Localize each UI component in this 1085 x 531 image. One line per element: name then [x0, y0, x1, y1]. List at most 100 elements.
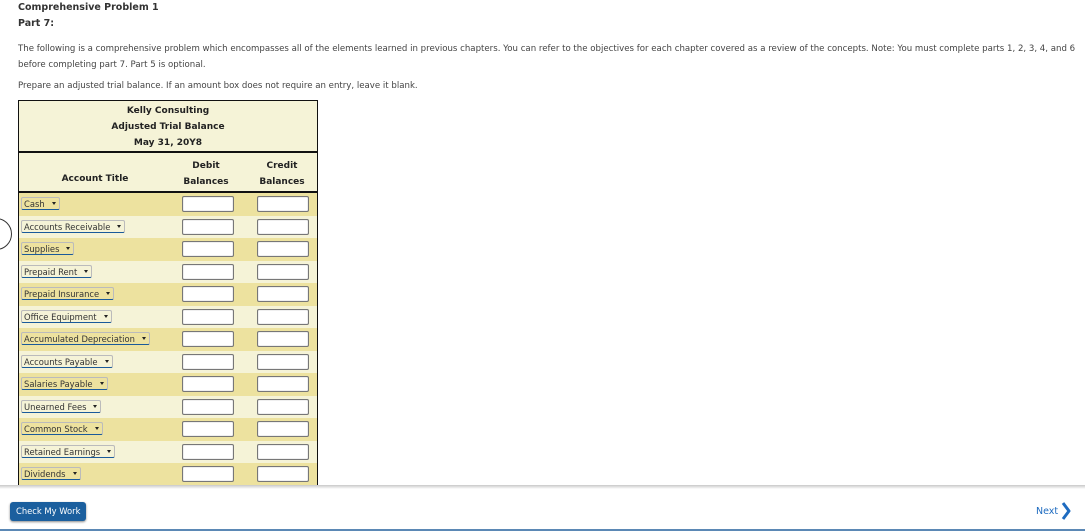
table-row: Accounts Receivable — [19, 215, 317, 238]
debit-input[interactable] — [182, 331, 234, 347]
dropdown-arrow-icon — [66, 247, 71, 250]
account-select-value: Dividends — [24, 469, 66, 479]
account-select[interactable]: Accounts Receivable — [21, 219, 126, 233]
account-select-value: Retained Earnings — [24, 446, 101, 457]
problem-title: Comprehensive Problem 1 — [18, 2, 159, 13]
column-header-debit: Debit Balances — [171, 158, 241, 190]
credit-input[interactable] — [257, 376, 309, 392]
credit-input[interactable] — [257, 443, 309, 460]
account-select[interactable]: Dividends — [21, 467, 81, 480]
dropdown-arrow-icon — [72, 472, 77, 475]
dropdown-arrow-icon — [106, 292, 111, 295]
debit-input[interactable] — [182, 421, 234, 437]
footer-divider — [0, 485, 1085, 489]
dropdown-arrow-icon — [107, 449, 112, 453]
debit-input[interactable] — [182, 466, 234, 482]
credit-input[interactable] — [257, 466, 309, 482]
dropdown-arrow-icon — [99, 382, 104, 385]
dropdown-arrow-icon — [103, 314, 108, 318]
problem-content: Comprehensive Problem 1 Part 7: The foll… — [0, 0, 1085, 486]
table-row: Accounts Payable — [19, 350, 317, 373]
debit-header-line2: Balances — [183, 177, 229, 187]
debit-input[interactable] — [182, 218, 234, 235]
account-select[interactable]: Salaries Payable — [21, 377, 108, 390]
credit-input[interactable] — [257, 196, 309, 212]
debit-input[interactable] — [182, 353, 234, 370]
check-my-work-button[interactable]: Check My Work — [10, 502, 87, 521]
account-select-value: Common Stock — [24, 424, 88, 434]
table-row: Salaries Payable — [19, 373, 317, 396]
dropdown-arrow-icon — [94, 427, 99, 430]
credit-input[interactable] — [257, 218, 309, 235]
account-select[interactable]: Retained Earnings — [21, 444, 116, 458]
account-select[interactable]: Accounts Payable — [21, 354, 113, 368]
dropdown-arrow-icon — [141, 337, 146, 340]
debit-input[interactable] — [182, 398, 234, 415]
table-row: Dividends — [19, 463, 317, 486]
dropdown-arrow-icon — [93, 404, 98, 408]
cursor-circle-indicator — [0, 218, 12, 250]
table-row: Prepaid Insurance — [19, 283, 317, 306]
credit-input[interactable] — [257, 286, 309, 302]
credit-input[interactable] — [257, 308, 309, 325]
table-row: Accumulated Depreciation — [19, 328, 317, 351]
table-body: Cash Accounts Receivable Supplies Prepaid R… — [19, 193, 317, 486]
company-name: Kelly Consulting — [126, 106, 210, 116]
table-row: Office Equipment — [19, 305, 317, 328]
dropdown-arrow-icon — [104, 359, 109, 363]
debit-header-line1: Debit — [192, 161, 220, 171]
instructions-text: Prepare an adjusted trial balance. If an… — [18, 81, 418, 91]
table-row: Prepaid Rent — [19, 260, 317, 283]
account-select-value: Supplies — [24, 244, 60, 254]
dropdown-arrow-icon — [117, 224, 122, 228]
column-header-credit: Credit Balances — [247, 158, 317, 190]
account-select[interactable]: Prepaid Insurance — [21, 287, 115, 300]
statement-name: Adjusted Trial Balance — [111, 122, 225, 132]
adjusted-trial-balance-table: Kelly Consulting Adjusted Trial Balance … — [18, 100, 318, 486]
account-select-value: Office Equipment — [24, 311, 97, 322]
account-select[interactable]: Office Equipment — [21, 309, 112, 323]
debit-input[interactable] — [182, 263, 234, 280]
chevron-right-icon — [1061, 502, 1071, 520]
credit-input[interactable] — [257, 398, 309, 415]
debit-input[interactable] — [182, 286, 234, 302]
account-select[interactable]: Cash — [21, 197, 60, 210]
account-select-value: Cash — [24, 199, 45, 209]
table-row: Supplies — [19, 238, 317, 261]
credit-header-line2: Balances — [259, 177, 305, 187]
credit-input[interactable] — [257, 331, 309, 347]
credit-input[interactable] — [257, 353, 309, 370]
table-row: Retained Earnings — [19, 440, 317, 463]
account-select-value: Accumulated Depreciation — [24, 334, 135, 344]
account-select-value: Accounts Receivable — [24, 221, 111, 232]
account-select[interactable]: Supplies — [21, 242, 75, 255]
statement-date: May 31, 20Y8 — [133, 138, 203, 148]
table-row: Cash — [19, 193, 317, 216]
table-row: Common Stock — [19, 418, 317, 441]
credit-input[interactable] — [257, 263, 309, 280]
table-heading: Kelly Consulting Adjusted Trial Balance … — [19, 101, 317, 153]
credit-input[interactable] — [257, 241, 309, 257]
account-select[interactable]: Common Stock — [21, 422, 103, 435]
dropdown-arrow-icon — [51, 202, 56, 205]
next-button[interactable]: Next — [1036, 501, 1071, 521]
account-select[interactable]: Prepaid Rent — [21, 264, 93, 278]
account-select-value: Unearned Fees — [24, 401, 87, 412]
debit-input[interactable] — [182, 376, 234, 392]
debit-input[interactable] — [182, 196, 234, 212]
debit-input[interactable] — [182, 443, 234, 460]
account-select-value: Accounts Payable — [24, 356, 98, 367]
next-label: Next — [1036, 505, 1059, 517]
part-label: Part 7: — [18, 18, 55, 29]
credit-input[interactable] — [257, 421, 309, 437]
debit-input[interactable] — [182, 308, 234, 325]
account-select-value: Prepaid Insurance — [24, 289, 100, 299]
account-select-value: Prepaid Rent — [24, 266, 78, 277]
account-select[interactable]: Accumulated Depreciation — [21, 332, 150, 345]
credit-header-line1: Credit — [266, 161, 298, 171]
account-select[interactable]: Unearned Fees — [21, 399, 102, 413]
table-row: Unearned Fees — [19, 395, 317, 418]
intro-text: The following is a comprehensive problem… — [18, 44, 1076, 70]
account-select-value: Salaries Payable — [24, 379, 93, 389]
debit-input[interactable] — [182, 241, 234, 257]
